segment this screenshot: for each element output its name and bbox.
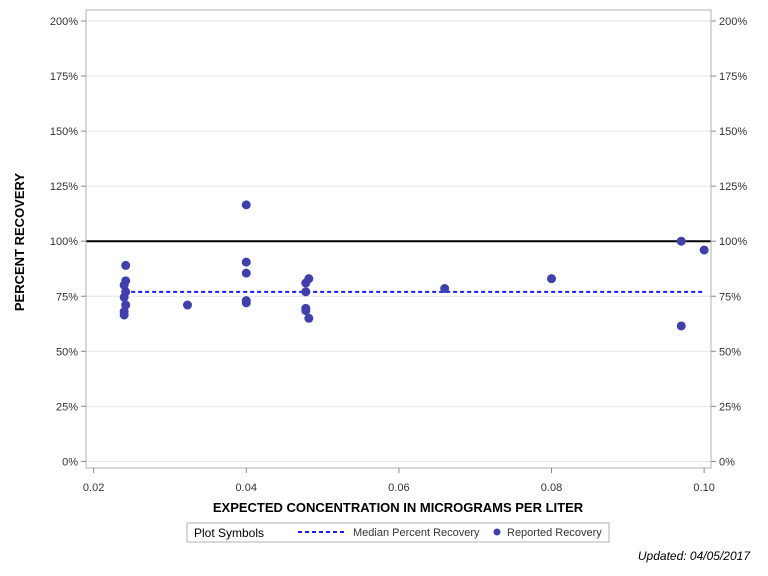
data-point xyxy=(547,274,557,284)
y-tick-label-right: 100% xyxy=(719,236,747,248)
y-tick-label-right: 0% xyxy=(719,456,735,468)
y-tick-label-left: 200% xyxy=(50,16,78,28)
updated-date: Updated: 04/05/2017 xyxy=(637,549,750,563)
axis-ticks: 0% 0% 25% 25% 50% 50% 75% 75% 100% 100% 125% 125% 15… xyxy=(50,16,747,494)
plot-frame xyxy=(85,9,712,469)
data-points xyxy=(119,200,709,331)
data-point xyxy=(304,274,314,284)
y-tick-label-right: 125% xyxy=(719,181,747,193)
legend-recovery-label: Reported Recovery xyxy=(507,527,602,539)
y-tick-label-right: 200% xyxy=(719,16,747,28)
x-tick-label: 0.08 xyxy=(541,482,562,494)
data-point xyxy=(182,300,192,310)
y-tick-label-left: 0% xyxy=(62,456,78,468)
data-point xyxy=(676,236,686,246)
legend-title: Plot Symbols xyxy=(194,526,264,540)
y-axis-title: PERCENT RECOVERY xyxy=(12,173,27,312)
data-point xyxy=(241,257,251,267)
data-point xyxy=(304,313,314,323)
x-tick-label: 0.02 xyxy=(83,482,104,494)
y-tick-label-left: 25% xyxy=(56,401,78,413)
data-point xyxy=(241,298,251,308)
y-tick-label-right: 150% xyxy=(719,126,747,138)
data-point xyxy=(119,310,129,320)
data-point xyxy=(301,306,311,316)
y-tick-label-right: 25% xyxy=(719,401,741,413)
y-tick-label-left: 100% xyxy=(50,236,78,248)
x-tick-label: 0.10 xyxy=(693,482,714,494)
x-tick-label: 0.04 xyxy=(236,482,257,494)
y-tick-label-right: 175% xyxy=(719,71,747,83)
legend-recovery-marker xyxy=(493,528,501,536)
data-point xyxy=(241,200,251,210)
data-point xyxy=(676,321,686,331)
y-tick-label-right: 50% xyxy=(719,346,741,358)
data-point xyxy=(241,268,251,278)
y-tick-label-left: 50% xyxy=(56,346,78,358)
y-tick-label-left: 125% xyxy=(50,181,78,193)
data-point xyxy=(119,292,129,302)
data-point xyxy=(440,284,450,294)
y-tick-label-left: 175% xyxy=(50,71,78,83)
data-point xyxy=(121,260,131,270)
y-tick-label-left: 75% xyxy=(56,291,78,303)
y-tick-label-left: 150% xyxy=(50,126,78,138)
x-axis-title: EXPECTED CONCENTRATION IN MICROGRAMS PER… xyxy=(213,500,584,515)
reference-lines xyxy=(86,240,711,293)
data-point xyxy=(699,245,709,255)
y-tick-label-right: 75% xyxy=(719,291,741,303)
legend: Plot Symbols Median Percent Recovery Rep… xyxy=(186,522,610,543)
legend-median-label: Median Percent Recovery xyxy=(353,527,480,539)
chart-canvas: 0% 0% 25% 25% 50% 50% 75% 75% 100% 100% 125% 125% 15… xyxy=(12,9,747,543)
data-point xyxy=(301,287,311,297)
x-tick-label: 0.06 xyxy=(388,482,409,494)
